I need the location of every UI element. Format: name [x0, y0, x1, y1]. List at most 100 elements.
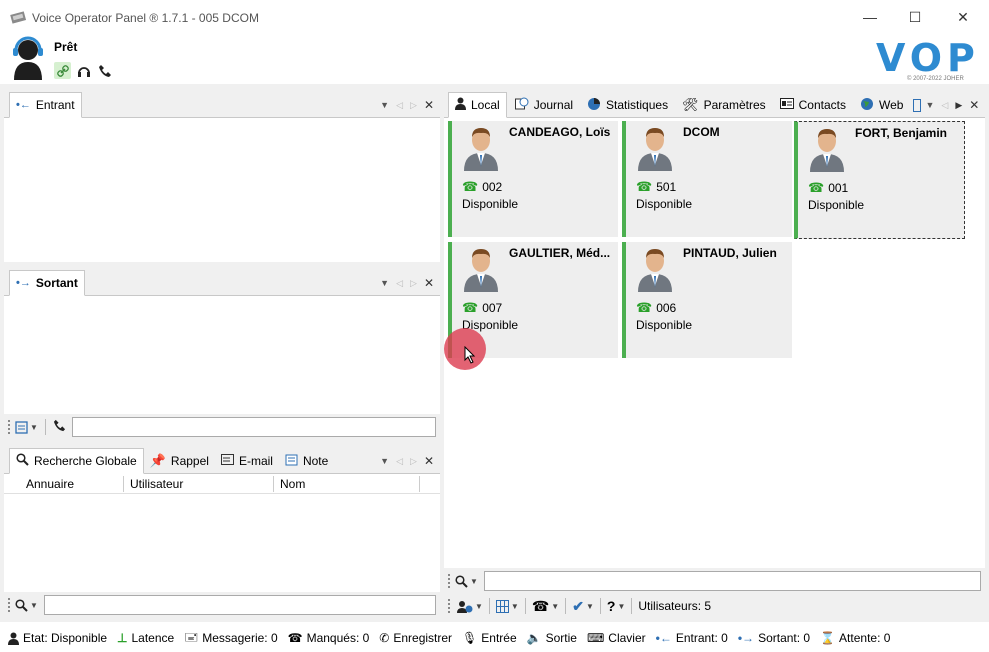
- contact-status: Disponible: [636, 197, 693, 211]
- panel-close-icon[interactable]: ✕: [424, 454, 434, 468]
- main-panel: Local Journal Statistiques 🛠 Paramètres …: [444, 92, 985, 618]
- tab-local[interactable]: Local: [448, 92, 507, 118]
- tab-recherche-globale[interactable]: Recherche Globale: [9, 448, 144, 474]
- microphone-icon: 🎙: [462, 631, 478, 645]
- toolbar-grip-icon[interactable]: [8, 420, 11, 434]
- green-phone-icon: ☎: [636, 179, 653, 194]
- tab-web[interactable]: Web: [854, 93, 909, 117]
- panel-close-icon[interactable]: ✕: [969, 98, 979, 112]
- dial-number-input[interactable]: [71, 417, 436, 437]
- dialpad-dropdown-icon[interactable]: ▼: [15, 420, 38, 434]
- contact-name: DCOM: [683, 125, 720, 139]
- status-enregistrer[interactable]: ✆ Enregistrer: [379, 631, 452, 645]
- phone-dropdown-icon[interactable]: ☎ ▼: [532, 598, 559, 615]
- status-entree-label: Entrée: [481, 631, 517, 645]
- sortant-content: [4, 296, 440, 414]
- panel-close-icon[interactable]: ✕: [424, 98, 434, 112]
- users-filter-dropdown-icon[interactable]: ▼: [457, 600, 483, 613]
- toolbar-grip-icon[interactable]: [448, 574, 451, 588]
- contacts-search-input[interactable]: [483, 571, 981, 591]
- search-tabstrip: Recherche Globale 📌 Rappel E-mail Note ▼…: [4, 448, 440, 474]
- toolbar-separator: [488, 598, 490, 614]
- toolbar-grip-icon[interactable]: [8, 598, 11, 612]
- scroll-left-icon[interactable]: ◁: [941, 100, 948, 111]
- status-etat[interactable]: Etat: Disponible: [8, 631, 107, 645]
- panel-close-icon[interactable]: ✕: [424, 276, 434, 290]
- status-entrant[interactable]: •← Entrant: 0: [656, 631, 728, 645]
- tab-rappel[interactable]: 📌 Rappel: [144, 449, 215, 473]
- tab-email[interactable]: E-mail: [215, 449, 279, 473]
- maximize-button[interactable]: ☐: [893, 0, 937, 34]
- tab-parametres[interactable]: 🛠 Paramètres: [676, 93, 772, 117]
- dropdown-arrow-icon[interactable]: ▼: [380, 456, 389, 466]
- main-tab-controls: ▼ ◁ ▶ ✕: [925, 93, 983, 117]
- status-enregistrer-label: Enregistrer: [393, 631, 453, 645]
- tab-label: Paramètres: [703, 98, 766, 112]
- green-phone-icon: ☎: [462, 179, 479, 194]
- dropdown-arrow-icon[interactable]: ▼: [925, 100, 934, 110]
- search-dropdown-icon[interactable]: ▼: [455, 574, 478, 588]
- contact-card-selected[interactable]: FORT, Benjamin ☎ 001 Disponible: [794, 121, 965, 239]
- column-nom[interactable]: Nom: [274, 475, 420, 492]
- dropdown-arrow-icon[interactable]: ▼: [380, 278, 389, 288]
- green-phone-icon: ☎: [462, 300, 479, 315]
- status-clavier[interactable]: ⌨ Clavier: [587, 631, 646, 645]
- dial-toolbar: ▼: [4, 414, 440, 440]
- contact-card[interactable]: PINTAUD, Julien ☎ 006 Disponible: [622, 242, 792, 358]
- contact-name: FORT, Benjamin: [855, 126, 948, 140]
- scroll-right-icon[interactable]: ▶: [955, 100, 962, 111]
- close-button[interactable]: ✕: [941, 0, 985, 34]
- contacts-search-toolbar: ▼: [444, 568, 985, 594]
- contact-card[interactable]: CANDEAGO, Loïs ☎ 002 Disponible: [448, 121, 618, 237]
- journal-icon: [514, 97, 529, 113]
- dropdown-arrow-icon[interactable]: ▼: [380, 100, 389, 110]
- status-attente[interactable]: ⌛ Attente: 0: [820, 631, 890, 645]
- scroll-right-icon[interactable]: ▷: [410, 456, 417, 467]
- tab-statistiques[interactable]: Statistiques: [581, 93, 674, 117]
- search-input[interactable]: [43, 595, 436, 615]
- search-dropdown-icon[interactable]: ▼: [15, 598, 38, 612]
- tab-note[interactable]: Note: [279, 449, 334, 473]
- check-dropdown-icon[interactable]: ✔ ▼: [572, 598, 594, 615]
- sortant-tabstrip: •→ Sortant ▼ ◁ ▷ ✕: [4, 270, 440, 296]
- scroll-right-icon[interactable]: ▷: [410, 100, 417, 111]
- contact-name: GAULTIER, Méd...: [509, 246, 611, 260]
- tab-sortant[interactable]: •→ Sortant: [9, 270, 85, 296]
- scroll-left-icon[interactable]: ◁: [396, 100, 403, 111]
- agent-headset-avatar-icon[interactable]: [10, 36, 46, 80]
- status-latence-label: Latence: [131, 631, 175, 645]
- column-utilisateur[interactable]: Utilisateur: [124, 475, 274, 492]
- status-sortant[interactable]: •→ Sortant: 0: [738, 631, 810, 645]
- contact-card[interactable]: DCOM ☎ 501 Disponible: [622, 121, 792, 237]
- tab-entrant[interactable]: •← Entrant: [9, 92, 82, 118]
- scroll-right-icon[interactable]: ▷: [410, 278, 417, 289]
- phone-handset-icon[interactable]: [53, 419, 66, 435]
- toolbar-grip-icon[interactable]: [448, 599, 451, 613]
- link-icon[interactable]: [54, 62, 71, 79]
- contacts-grid: CANDEAGO, Loïs ☎ 002 Disponible DCOM ☎ 501…: [444, 118, 985, 568]
- grid-view-dropdown-icon[interactable]: ▼: [495, 599, 519, 613]
- status-messagerie[interactable]: 🖃 Messagerie: 0: [184, 628, 277, 649]
- phone-handset-icon[interactable]: [96, 62, 113, 79]
- contact-extension: ☎ 002: [462, 179, 502, 195]
- status-entree[interactable]: 🎙 Entrée: [462, 631, 517, 645]
- main-tabstrip: Local Journal Statistiques 🛠 Paramètres …: [444, 92, 985, 118]
- minimize-button[interactable]: —: [848, 0, 892, 34]
- tab-contacts[interactable]: Contacts: [774, 93, 852, 117]
- status-latence[interactable]: ⊥ Latence: [117, 631, 174, 645]
- column-annuaire[interactable]: Annuaire: [4, 475, 124, 492]
- toolbar-separator: [599, 598, 601, 614]
- entrant-panel: •← Entrant ▼ ◁ ▷ ✕: [4, 92, 440, 262]
- status-sortie[interactable]: 🔈 Sortie: [527, 631, 577, 645]
- speaker-icon: 🔈: [526, 631, 542, 645]
- help-dropdown-icon[interactable]: ? ▼: [607, 598, 625, 614]
- tab-overflow[interactable]: [911, 93, 923, 117]
- status-manques[interactable]: ☎ Manqués: 0: [288, 631, 370, 645]
- status-manques-label: Manqués: 0: [306, 631, 370, 645]
- scroll-left-icon[interactable]: ◁: [396, 456, 403, 467]
- scroll-left-icon[interactable]: ◁: [396, 278, 403, 289]
- user-icon: [455, 97, 466, 113]
- contact-extension: ☎ 006: [636, 300, 676, 316]
- headset-icon[interactable]: [75, 62, 92, 79]
- tab-journal[interactable]: Journal: [509, 93, 579, 117]
